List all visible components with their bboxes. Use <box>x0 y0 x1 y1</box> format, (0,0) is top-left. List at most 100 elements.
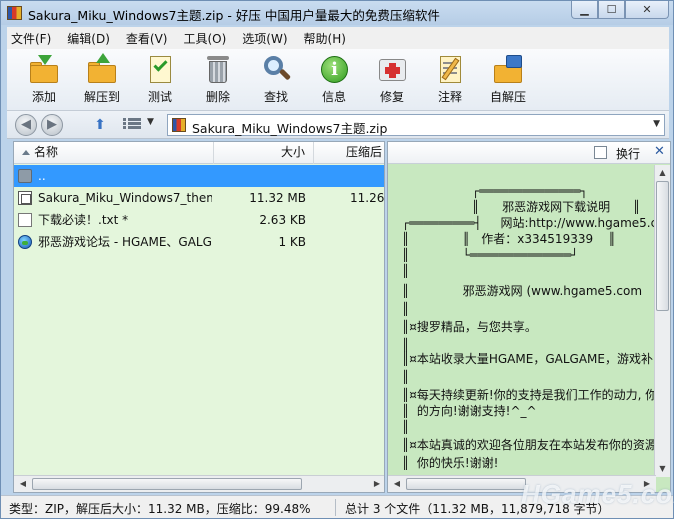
find-button[interactable]: 查找 <box>247 49 305 109</box>
forward-arrow-icon: ▶ <box>47 117 57 132</box>
comment-line: ║ <box>402 420 410 434</box>
repair-icon <box>376 53 408 85</box>
comment-label: 注释 <box>437 90 462 104</box>
comment-line: ║¤本站收录大量HGAME，GALGAME，游戏补 <box>402 352 653 366</box>
forward-button[interactable]: ▶ <box>41 114 63 136</box>
menu-view[interactable]: 查看(V) <box>126 30 168 47</box>
menu-edit[interactable]: 编辑(D) <box>67 30 110 47</box>
file-list-header: 名称 大小 压缩后 <box>14 142 384 164</box>
file-list-horizontal-scrollbar[interactable]: ◀ ▶ <box>14 475 384 492</box>
scroll-left-icon[interactable]: ◀ <box>16 478 30 490</box>
menu-options[interactable]: 选项(W) <box>242 30 287 47</box>
internet-shortcut-icon <box>18 235 32 249</box>
address-bar: ◀ ▶ ⬆ ▼ Sakura_Miku_Windows7主题.zip ▼ <box>7 111 669 139</box>
path-text: Sakura_Miku_Windows7主题.zip <box>192 121 388 136</box>
back-button[interactable]: ◀ <box>15 114 37 136</box>
view-mode-button[interactable] <box>123 117 141 133</box>
list-view-icon <box>123 118 141 121</box>
wrap-label: 换行 <box>616 147 641 161</box>
text-file-icon <box>18 213 32 227</box>
close-icon: ✕ <box>642 3 652 16</box>
haozip-app-icon[interactable] <box>7 6 22 20</box>
back-arrow-icon: ◀ <box>21 117 31 132</box>
menu-file[interactable]: 文件(F) <box>11 30 51 47</box>
file-row[interactable]: 下载必读！.txt * 2.63 KB <box>14 209 384 231</box>
comment-line: ║ 的方向!谢谢支持!^_^ <box>402 404 537 418</box>
extract-to-button[interactable]: 解压到 <box>73 49 131 109</box>
extract-to-label: 解压到 <box>83 90 120 104</box>
comment-text: ┌══════════════┐ ║ 邪恶游戏网下载说明 ║ ┌════════… <box>388 165 656 475</box>
column-packed[interactable]: 压缩后 <box>314 142 384 164</box>
sfx-label: 自解压 <box>489 90 526 104</box>
add-label: 添加 <box>31 90 56 104</box>
comment-button[interactable]: 注释 <box>421 49 479 109</box>
comment-line: ║¤本站真诚的欢迎各位朋友在本站发布你的资源 <box>402 438 656 452</box>
file-packed-size: 11.26 <box>350 191 385 205</box>
sfx-button[interactable]: 自解压 <box>479 49 537 109</box>
sort-ascending-icon <box>22 150 30 155</box>
view-mode-dropdown[interactable]: ▼ <box>147 117 154 127</box>
comment-line: ║ <box>402 370 410 384</box>
menu-help[interactable]: 帮助(H) <box>304 30 346 47</box>
scroll-thumb[interactable] <box>656 181 669 311</box>
minimize-button[interactable]: ▁ <box>571 1 598 19</box>
info-label: 信息 <box>321 90 346 104</box>
comment-line: ║ <box>402 302 410 316</box>
scroll-right-icon[interactable]: ▶ <box>370 478 384 490</box>
info-button[interactable]: i 信息 <box>305 49 363 109</box>
column-name[interactable]: 名称 <box>14 142 214 164</box>
file-row[interactable]: .. <box>14 165 384 187</box>
file-size: 1 KB <box>278 235 306 249</box>
delete-label: 删除 <box>205 90 230 104</box>
window-title: Sakura_Miku_Windows7主题.zip - 好压 中国用户量最大的… <box>28 8 440 23</box>
comment-line: ║ 邪恶游戏网 (www.hgame5.com <box>402 284 643 298</box>
path-field[interactable]: Sakura_Miku_Windows7主题.zip ▼ <box>167 114 665 136</box>
site-watermark: HGame5.com <box>521 479 674 509</box>
wrap-checkbox[interactable] <box>594 146 607 159</box>
close-button[interactable]: ✕ <box>625 1 669 19</box>
test-icon <box>144 53 176 85</box>
menu-tools[interactable]: 工具(O) <box>183 30 226 47</box>
repair-label: 修复 <box>379 90 404 104</box>
comment-line: ║ ║ 作者：x334519339 ║ <box>402 232 616 246</box>
up-level-button[interactable]: ⬆ <box>91 116 109 134</box>
up-level-icon: ⬆ <box>94 117 106 133</box>
repair-button[interactable]: 修复 <box>363 49 421 109</box>
path-dropdown-icon[interactable]: ▼ <box>653 119 660 129</box>
comment-line: ║ 你的快乐!谢谢! <box>402 456 499 470</box>
file-row[interactable]: 邪恶游戏论坛 - HGAME、GALGAME 1 KB <box>14 231 384 253</box>
add-button[interactable]: 添加 <box>15 49 73 109</box>
minimize-icon: ▁ <box>580 3 589 16</box>
sfx-icon <box>492 53 524 85</box>
scroll-up-icon[interactable]: ▲ <box>656 166 669 180</box>
scroll-thumb[interactable] <box>32 478 302 490</box>
scroll-down-icon[interactable]: ▼ <box>656 462 669 476</box>
file-name: 下载必读！.txt * <box>38 213 129 227</box>
close-comment-icon[interactable]: ✕ <box>654 144 665 159</box>
file-name: Sakura_Miku_Windows7_theme <box>38 191 212 205</box>
comment-vertical-scrollbar[interactable]: ▲ ▼ <box>654 165 670 477</box>
maximize-button[interactable]: ☐ <box>598 1 625 19</box>
extract-to-icon <box>86 53 118 85</box>
file-icon <box>18 191 32 205</box>
comment-line: ║¤每天持续更新!你的支持是我们工作的动力, 你 <box>402 388 656 402</box>
delete-icon <box>202 53 234 85</box>
file-size: 11.32 MB <box>249 191 306 205</box>
comment-line: ┌══════════════┐ <box>472 184 588 198</box>
comment-icon <box>434 53 466 85</box>
scroll-left-icon[interactable]: ◀ <box>390 478 404 490</box>
file-row[interactable]: Sakura_Miku_Windows7_theme 11.32 MB 11.2… <box>14 187 385 209</box>
comment-line: ║ <box>402 264 410 278</box>
zip-archive-icon <box>172 118 186 132</box>
comment-line: ║ 邪恶游戏网下载说明 ║ <box>472 200 641 214</box>
file-size: 2.63 KB <box>259 213 306 227</box>
test-label: 测试 <box>147 90 172 104</box>
column-size[interactable]: 大小 <box>214 142 314 164</box>
comment-line: ║¤搜罗精品，与您共享。 <box>402 320 537 334</box>
file-name: .. <box>38 169 46 183</box>
scroll-thumb[interactable] <box>406 478 526 490</box>
find-label: 查找 <box>263 90 288 104</box>
menu-bar: 文件(F) 编辑(D) 查看(V) 工具(O) 选项(W) 帮助(H) <box>7 27 669 49</box>
delete-button[interactable]: 删除 <box>189 49 247 109</box>
test-button[interactable]: 测试 <box>131 49 189 109</box>
